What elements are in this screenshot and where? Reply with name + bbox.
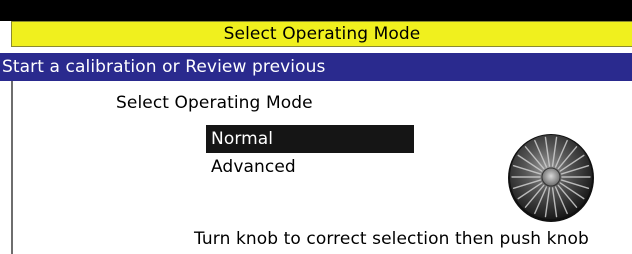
- menu-item-label: Normal: [211, 129, 274, 149]
- mode-prompt: Select Operating Mode: [116, 93, 313, 113]
- page-title-bar: Select Operating Mode: [11, 21, 632, 47]
- rotary-knob-icon[interactable]: [506, 131, 596, 223]
- calibration-screen: Select Operating Mode Start a calibratio…: [0, 0, 632, 254]
- menu-item-label: Advanced: [211, 157, 296, 177]
- top-black-bar: [0, 0, 632, 21]
- left-border-divider: [11, 81, 13, 254]
- menu-item-advanced[interactable]: Advanced: [206, 153, 414, 181]
- instruction-text: Turn knob to correct selection then push…: [194, 229, 589, 249]
- subtitle-bar: Start a calibration or Review previous: [0, 53, 632, 81]
- page-title: Select Operating Mode: [223, 24, 421, 44]
- subtitle-text: Start a calibration or Review previous: [2, 57, 326, 77]
- operating-mode-menu: Normal Advanced: [206, 125, 414, 181]
- menu-item-normal[interactable]: Normal: [206, 125, 414, 153]
